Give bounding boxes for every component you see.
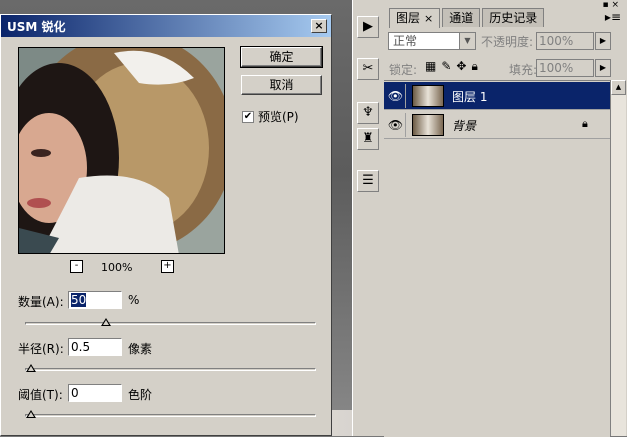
close-icon: ×: [314, 19, 324, 32]
brush-icon[interactable]: ♆: [357, 102, 379, 124]
tools-icon[interactable]: ✂: [357, 58, 379, 80]
lock-transparency-icon[interactable]: ▦: [425, 59, 436, 74]
menu-icon[interactable]: ▸≡: [605, 10, 621, 24]
fill-arrow-icon[interactable]: ▶: [595, 59, 611, 77]
threshold-input[interactable]: 0: [68, 384, 122, 402]
layers-panel: ▪ × 图层 × 通道 历史记录 ▸≡ 正常 ▼ 不透明度: 100% ▶ 锁定:…: [383, 0, 627, 437]
opacity-label: 不透明度:: [481, 35, 534, 49]
ok-button[interactable]: 确定: [240, 46, 323, 68]
amount-slider-thumb[interactable]: [101, 318, 112, 326]
scroll-up-icon[interactable]: ▲: [611, 80, 626, 95]
fill-field[interactable]: 100%: [536, 59, 594, 77]
dialog-close-button[interactable]: ×: [311, 19, 327, 33]
layer-thumbnail: [412, 114, 444, 136]
radius-unit: 像素: [128, 342, 153, 356]
panel-close-icon[interactable]: ▪ ×: [602, 0, 619, 10]
layer-row[interactable]: 👁︎ 背景 🔒︎: [384, 111, 610, 139]
amount-slider[interactable]: [25, 318, 316, 326]
preview-label: 预览(P): [258, 110, 299, 124]
blend-mode-select[interactable]: 正常 ▼: [388, 32, 476, 50]
layer-thumbnail: [412, 85, 444, 107]
threshold-label: 阈值(T):: [18, 388, 63, 402]
layer-row[interactable]: 👁︎ 图层 1: [384, 82, 610, 110]
chevron-down-icon[interactable]: ▼: [459, 33, 475, 49]
layers-scrollbar[interactable]: ▲: [610, 80, 626, 436]
stamp-icon[interactable]: ♜: [357, 128, 379, 150]
dialog-title: USM 锐化: [7, 19, 66, 34]
threshold-unit: 色阶: [128, 388, 153, 402]
opacity-field[interactable]: 100%: [536, 32, 594, 50]
eye-icon[interactable]: 👁︎: [386, 113, 406, 137]
tab-close-icon[interactable]: ×: [424, 12, 433, 25]
palette-dock-strip: ▶ ✂ ♆ ♜ ☰: [352, 0, 383, 436]
amount-unit: %: [128, 293, 140, 307]
preview-image[interactable]: [18, 47, 225, 254]
fill-label: 填充:: [509, 63, 538, 77]
usm-sharpen-dialog: USM 锐化 × - 100% + 确定 取消 ✔ 预览(P) 数量(A): 5…: [0, 14, 332, 436]
lock-paint-icon[interactable]: ✎: [441, 59, 451, 74]
layer-name: 图层 1: [452, 90, 488, 104]
checkbox-box[interactable]: ✔: [242, 110, 254, 123]
zoom-level: 100%: [101, 261, 133, 274]
cancel-button[interactable]: 取消: [241, 75, 322, 95]
tab-channels[interactable]: 通道: [442, 8, 481, 27]
radius-slider-thumb[interactable]: [26, 364, 36, 372]
tab-layers[interactable]: 图层 ×: [389, 8, 441, 28]
play-icon[interactable]: ▶: [357, 16, 379, 38]
lock-all-icon[interactable]: 🔒︎: [471, 59, 477, 74]
panel-tabs: 图层 × 通道 历史记录: [389, 8, 546, 28]
lock-options: ▦ ✎ ✥ 🔒︎: [425, 59, 478, 74]
amount-label: 数量(A):: [18, 295, 64, 309]
amount-input[interactable]: 50: [68, 291, 122, 309]
dialog-titlebar[interactable]: USM 锐化 ×: [1, 15, 331, 37]
layers-list: 👁︎ 图层 1 👁︎ 背景 🔒︎: [384, 80, 610, 437]
zoom-in-button[interactable]: +: [161, 260, 174, 273]
radius-label: 半径(R):: [18, 342, 64, 356]
lock-label: 锁定:: [389, 63, 418, 77]
layer-name: 背景: [452, 119, 477, 133]
radius-slider[interactable]: [25, 364, 316, 372]
radius-input[interactable]: 0.5: [68, 338, 122, 356]
lock-move-icon[interactable]: ✥: [456, 59, 466, 74]
eye-icon[interactable]: 👁︎: [386, 84, 406, 108]
opacity-arrow-icon[interactable]: ▶: [595, 32, 611, 50]
preview-checkbox[interactable]: ✔ 预览(P): [242, 108, 299, 125]
threshold-slider[interactable]: [25, 410, 316, 418]
tab-history[interactable]: 历史记录: [482, 8, 545, 27]
threshold-slider-thumb[interactable]: [26, 410, 36, 418]
lock-icon: 🔒︎: [582, 117, 588, 130]
zoom-out-button[interactable]: -: [70, 260, 83, 273]
document-icon[interactable]: ☰: [357, 170, 379, 192]
